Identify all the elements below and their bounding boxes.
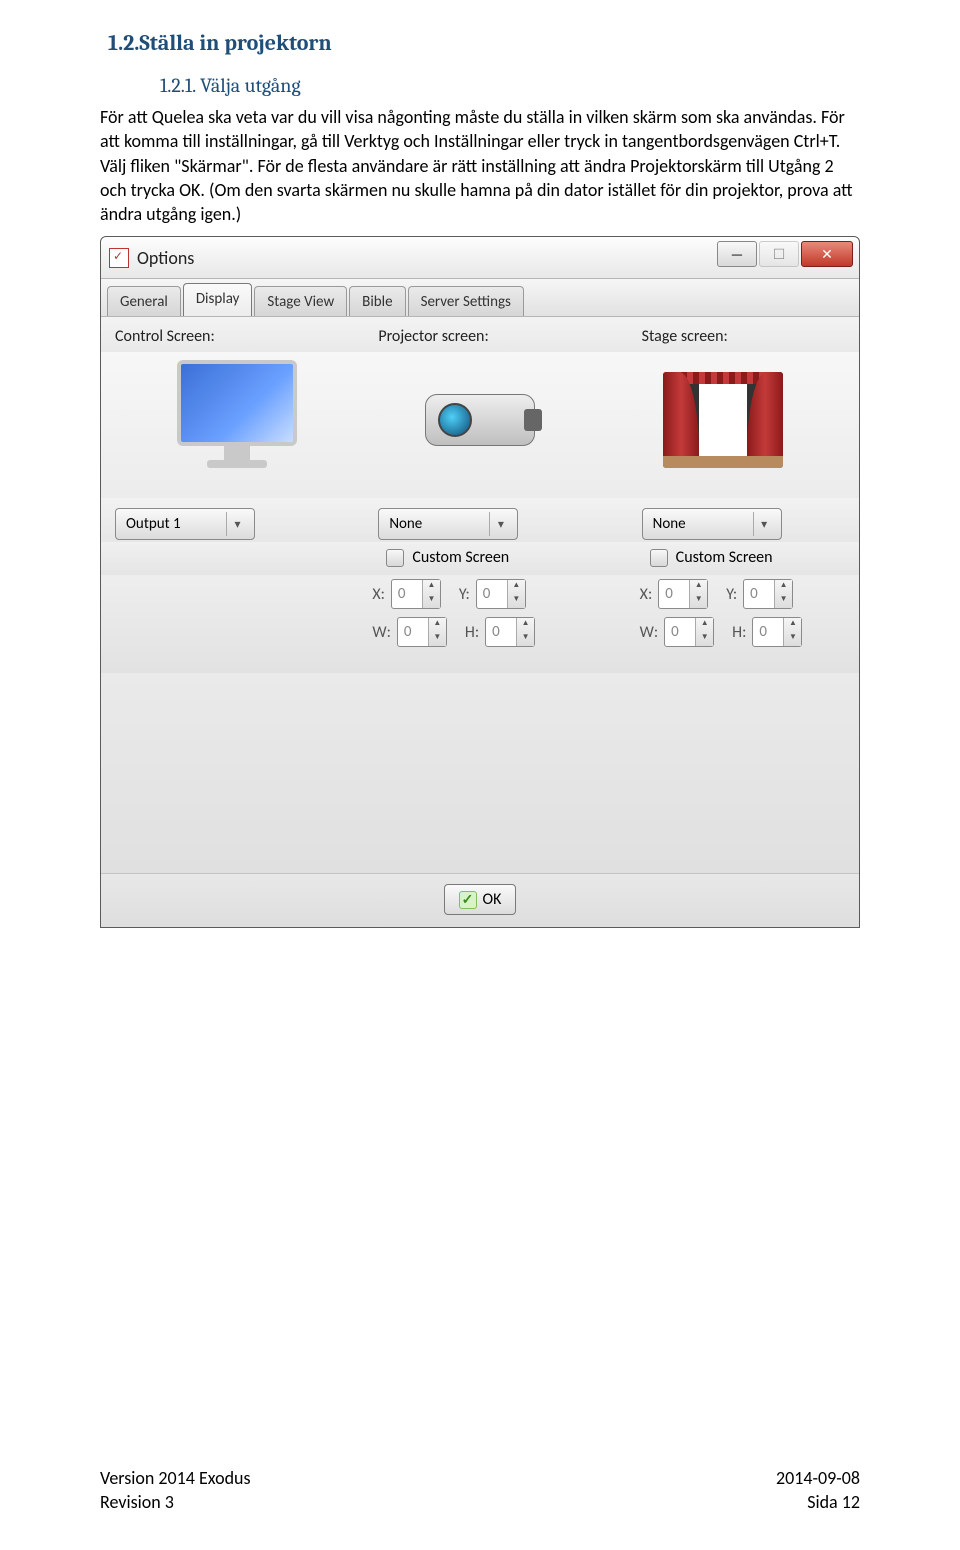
label-x: X: — [640, 585, 653, 604]
projector-y-spinner[interactable]: 0▲▼ — [476, 579, 526, 609]
ok-label: OK — [483, 890, 502, 909]
projector-x-spinner[interactable]: 0▲▼ — [391, 579, 441, 609]
page-footer: Version 2014 Exodus Revision 3 2014-09-0… — [100, 1467, 860, 1514]
window-title: Options — [137, 247, 194, 269]
label-h: H: — [465, 623, 479, 642]
app-icon — [109, 248, 129, 268]
label-y: Y: — [459, 585, 470, 604]
projector-custom-checkbox[interactable] — [386, 549, 404, 567]
chevron-down-icon — [226, 512, 248, 536]
ok-button[interactable]: ✓ OK — [444, 884, 517, 915]
label-stage-screen: Stage screen: — [602, 327, 845, 346]
footer-page: Sida 12 — [776, 1491, 860, 1514]
stage-x-spinner[interactable]: 0▲▼ — [658, 579, 708, 609]
label-y: Y: — [726, 585, 737, 604]
chevron-down-icon — [489, 512, 511, 536]
projector-output-dropdown[interactable]: None — [378, 508, 518, 540]
footer-revision: Revision 3 — [100, 1491, 251, 1514]
label-w: W: — [372, 623, 391, 642]
projector-h-spinner[interactable]: 0▲▼ — [485, 617, 535, 647]
tabs-bar: General Display Stage View Bible Server … — [101, 279, 859, 317]
projector-icon — [410, 360, 550, 480]
body-paragraph: För att Quelea ska veta var du vill visa… — [100, 105, 860, 226]
projector-output-value: None — [389, 515, 422, 533]
dialog-spacer — [101, 673, 859, 873]
tab-bible[interactable]: Bible — [349, 286, 405, 316]
control-output-dropdown[interactable]: Output 1 — [115, 508, 255, 540]
minimize-button[interactable]: — — [717, 241, 757, 267]
tab-display[interactable]: Display — [183, 283, 253, 316]
monitor-icon — [167, 360, 307, 480]
stage-output-dropdown[interactable]: None — [642, 508, 782, 540]
control-output-value: Output 1 — [126, 515, 181, 533]
label-control-screen: Control Screen: — [115, 327, 358, 346]
projector-w-spinner[interactable]: 0▲▼ — [397, 617, 447, 647]
label-x: X: — [372, 585, 385, 604]
stage-icon — [653, 360, 793, 480]
tab-general[interactable]: General — [107, 286, 181, 316]
stage-output-value: None — [653, 515, 686, 533]
stage-y-spinner[interactable]: 0▲▼ — [743, 579, 793, 609]
stage-h-spinner[interactable]: 0▲▼ — [752, 617, 802, 647]
close-button[interactable]: ✕ — [801, 241, 853, 267]
maximize-button[interactable]: ☐ — [759, 241, 799, 267]
options-window: Options — ☐ ✕ General Display Stage View… — [100, 236, 860, 928]
heading-2: 1.2.1. Välja utgång — [160, 74, 860, 97]
projector-custom-label: Custom Screen — [412, 548, 509, 567]
footer-version: Version 2014 Exodus — [100, 1467, 251, 1490]
label-w: W: — [640, 623, 659, 642]
check-icon: ✓ — [459, 891, 477, 909]
stage-custom-label: Custom Screen — [676, 548, 773, 567]
titlebar: Options — ☐ ✕ — [101, 237, 859, 279]
label-projector-screen: Projector screen: — [358, 327, 601, 346]
stage-w-spinner[interactable]: 0▲▼ — [664, 617, 714, 647]
tab-server-settings[interactable]: Server Settings — [408, 286, 524, 316]
tab-stage-view[interactable]: Stage View — [254, 286, 347, 316]
label-h: H: — [732, 623, 746, 642]
footer-date: 2014-09-08 — [776, 1467, 860, 1490]
stage-custom-checkbox[interactable] — [650, 549, 668, 567]
chevron-down-icon — [753, 512, 775, 536]
heading-1: 1.2.Ställa in projektorn — [108, 30, 860, 56]
